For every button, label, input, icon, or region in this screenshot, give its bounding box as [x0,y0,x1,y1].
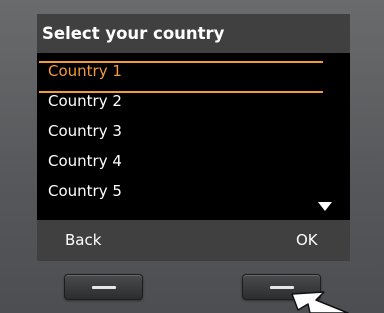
triangle-down-icon [318,202,332,211]
country-list: Country 1 Country 2 Country 3 Country 4 … [37,56,350,206]
left-softkey-button[interactable] [64,274,143,300]
list-item-country-3[interactable]: Country 3 [37,116,350,146]
title-bar: Select your country [37,14,350,53]
softkey-back-label: Back [65,231,102,249]
list-item-country-5[interactable]: Country 5 [37,176,350,206]
phone-display: Select your country Country 1 Country 2 … [37,14,350,261]
softkey-bar: Back OK [37,220,350,261]
softkey-ok-label: OK [296,231,318,249]
list-item-label: Country 5 [48,182,122,200]
arrow-pointer-icon [291,291,349,313]
page-title: Select your country [42,24,225,43]
list-item-label: Country 2 [48,92,122,110]
list-item-label: Country 4 [48,152,122,170]
list-item-label: Country 1 [48,62,122,80]
list-item-country-1[interactable]: Country 1 [37,56,350,86]
list-item-label: Country 3 [48,122,122,140]
list-item-country-4[interactable]: Country 4 [37,146,350,176]
list-item-country-2[interactable]: Country 2 [37,86,350,116]
minus-icon [270,286,294,289]
minus-icon [92,286,116,289]
